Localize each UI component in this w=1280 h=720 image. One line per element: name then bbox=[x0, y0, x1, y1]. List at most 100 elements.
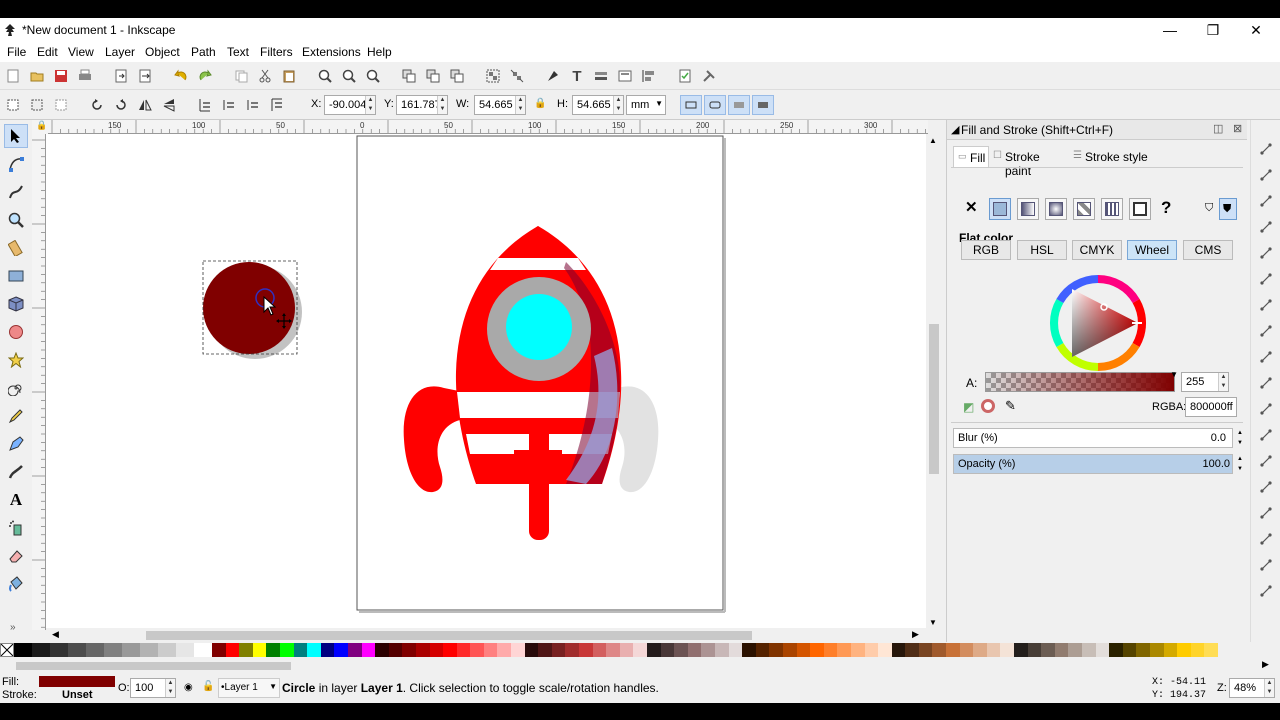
palette-swatch[interactable] bbox=[633, 643, 647, 657]
palette-swatch[interactable] bbox=[334, 643, 348, 657]
menu-file[interactable]: File bbox=[7, 45, 26, 59]
palette-swatch[interactable] bbox=[1149, 643, 1164, 657]
preferences-icon[interactable] bbox=[700, 67, 718, 85]
snap-bbox-icon[interactable] bbox=[1259, 168, 1273, 182]
calligraphy-tool[interactable] bbox=[4, 460, 28, 484]
palette-swatch[interactable] bbox=[279, 643, 294, 657]
scroll-left-icon[interactable]: ◀ bbox=[52, 629, 59, 640]
palette-swatch[interactable] bbox=[864, 643, 879, 657]
palette-swatch[interactable] bbox=[714, 643, 729, 657]
palette-swatch[interactable] bbox=[606, 643, 620, 657]
mode-cms-button[interactable]: CMS bbox=[1183, 240, 1233, 260]
palette-scrollbar[interactable]: ▶ bbox=[0, 658, 1280, 674]
palette-swatch[interactable] bbox=[347, 643, 362, 657]
text-tool[interactable]: A bbox=[4, 488, 28, 512]
palette-swatch[interactable] bbox=[837, 643, 851, 657]
menu-edit[interactable]: Edit bbox=[37, 45, 58, 59]
palette-swatch[interactable] bbox=[565, 643, 580, 657]
opacity-slider[interactable]: Opacity (%) 100.0 bbox=[953, 454, 1233, 474]
lower-to-bottom-icon[interactable] bbox=[196, 96, 214, 114]
menu-path[interactable]: Path bbox=[191, 45, 216, 59]
status-opacity-input[interactable]: 100 ▲ ▼ bbox=[130, 678, 176, 698]
snap-intersection-icon[interactable] bbox=[1259, 350, 1273, 364]
measure-tool[interactable] bbox=[4, 236, 28, 260]
open-icon[interactable] bbox=[28, 67, 46, 85]
palette-swatch[interactable] bbox=[1095, 643, 1110, 657]
snap-rotation-center-icon[interactable] bbox=[1259, 480, 1273, 494]
zoom-drawing-icon[interactable] bbox=[340, 67, 358, 85]
palette-swatch[interactable] bbox=[647, 643, 661, 657]
duplicate-object-icon[interactable] bbox=[400, 67, 418, 85]
palette-swatch[interactable] bbox=[592, 643, 607, 657]
selected-circle[interactable] bbox=[203, 262, 295, 354]
canvas-vertical-scrollbar[interactable]: ▲ ▼ bbox=[926, 134, 942, 630]
align-distribute-icon[interactable] bbox=[640, 67, 658, 85]
palette-swatch[interactable] bbox=[402, 643, 416, 657]
group-icon[interactable] bbox=[484, 67, 502, 85]
menu-view[interactable]: View bbox=[68, 45, 94, 59]
fill-stroke-icon[interactable] bbox=[544, 67, 562, 85]
palette-swatch[interactable] bbox=[1068, 643, 1082, 657]
select-all-icon[interactable] bbox=[4, 96, 22, 114]
select-all-layers-icon[interactable] bbox=[28, 96, 46, 114]
palette-swatch[interactable] bbox=[551, 643, 566, 657]
clone-icon[interactable] bbox=[424, 67, 442, 85]
fill-rule-nonzero-button[interactable]: ⛊ bbox=[1219, 198, 1237, 220]
lower-icon[interactable] bbox=[220, 96, 238, 114]
raise-icon[interactable] bbox=[244, 96, 262, 114]
palette-swatch[interactable] bbox=[32, 643, 50, 657]
blur-spin-arrows[interactable]: ▲ ▼ bbox=[1235, 428, 1245, 448]
palette-swatch[interactable] bbox=[50, 643, 68, 657]
deselect-icon[interactable] bbox=[52, 96, 70, 114]
zoom-selection-icon[interactable] bbox=[316, 67, 334, 85]
snap-nodes-icon[interactable] bbox=[1259, 298, 1273, 312]
stroke-indicator[interactable]: Unset bbox=[62, 689, 93, 701]
eye-icon[interactable]: ◉ bbox=[184, 682, 193, 693]
palette-swatch[interactable] bbox=[782, 643, 797, 657]
palette-swatch[interactable] bbox=[1054, 643, 1069, 657]
y-spin-arrows[interactable]: ▲ ▼ bbox=[437, 96, 447, 114]
palette-swatch[interactable] bbox=[973, 643, 987, 657]
palette-swatch[interactable] bbox=[140, 643, 158, 657]
spray-tool[interactable] bbox=[4, 516, 28, 540]
palette-swatch[interactable] bbox=[1109, 643, 1123, 657]
palette-swatch[interactable] bbox=[176, 643, 194, 657]
layers-icon[interactable] bbox=[592, 67, 610, 85]
scale-radii-toggle[interactable] bbox=[704, 95, 726, 115]
palette-swatch[interactable] bbox=[266, 643, 280, 657]
palette-swatch[interactable] bbox=[122, 643, 140, 657]
layer-select[interactable]: •Layer 1 ▼ bbox=[218, 678, 280, 698]
rocket-window[interactable] bbox=[506, 294, 572, 360]
menu-extensions[interactable]: Extensions bbox=[302, 45, 361, 59]
palette-swatch[interactable] bbox=[1163, 643, 1178, 657]
toolbox-expand-icon[interactable]: » bbox=[10, 622, 16, 633]
flat-color-button[interactable] bbox=[989, 198, 1011, 220]
palette-scroll-thumb[interactable] bbox=[16, 662, 291, 670]
menu-object[interactable]: Object bbox=[145, 45, 180, 59]
raise-to-top-icon[interactable] bbox=[268, 96, 286, 114]
color-wheel[interactable] bbox=[1047, 272, 1149, 374]
snap-path-icon[interactable] bbox=[1259, 324, 1273, 338]
palette-swatch[interactable] bbox=[68, 643, 86, 657]
snap-grid-icon[interactable] bbox=[1259, 558, 1273, 572]
w-input[interactable]: 54.665 ▲ ▼ bbox=[474, 95, 526, 115]
fill-indicator[interactable] bbox=[39, 676, 115, 687]
tab-stroke-paint[interactable]: ☐ Stroke paint bbox=[993, 146, 1069, 178]
tab-fill[interactable]: ▭ Fill bbox=[953, 146, 989, 168]
snap-bbox-midpoint-icon[interactable] bbox=[1259, 246, 1273, 260]
snap-object-center-icon[interactable] bbox=[1259, 454, 1273, 468]
palette-swatch[interactable] bbox=[158, 643, 176, 657]
palette-swatch[interactable] bbox=[497, 643, 512, 657]
save-icon[interactable] bbox=[52, 67, 70, 85]
palette-swatch[interactable] bbox=[14, 643, 32, 657]
lock-guides-icon[interactable]: 🔒 bbox=[36, 120, 47, 131]
print-icon[interactable] bbox=[76, 67, 94, 85]
lock-icon[interactable]: 🔒 bbox=[534, 98, 546, 109]
palette-swatch[interactable] bbox=[674, 643, 688, 657]
h-input[interactable]: 54.665 ▲ ▼ bbox=[572, 95, 624, 115]
palette-swatch[interactable] bbox=[388, 643, 403, 657]
vertical-scroll-thumb[interactable] bbox=[929, 324, 939, 474]
palette-swatch[interactable] bbox=[375, 643, 389, 657]
rectangle-tool[interactable] bbox=[4, 264, 28, 288]
palette-swatch[interactable] bbox=[470, 643, 484, 657]
